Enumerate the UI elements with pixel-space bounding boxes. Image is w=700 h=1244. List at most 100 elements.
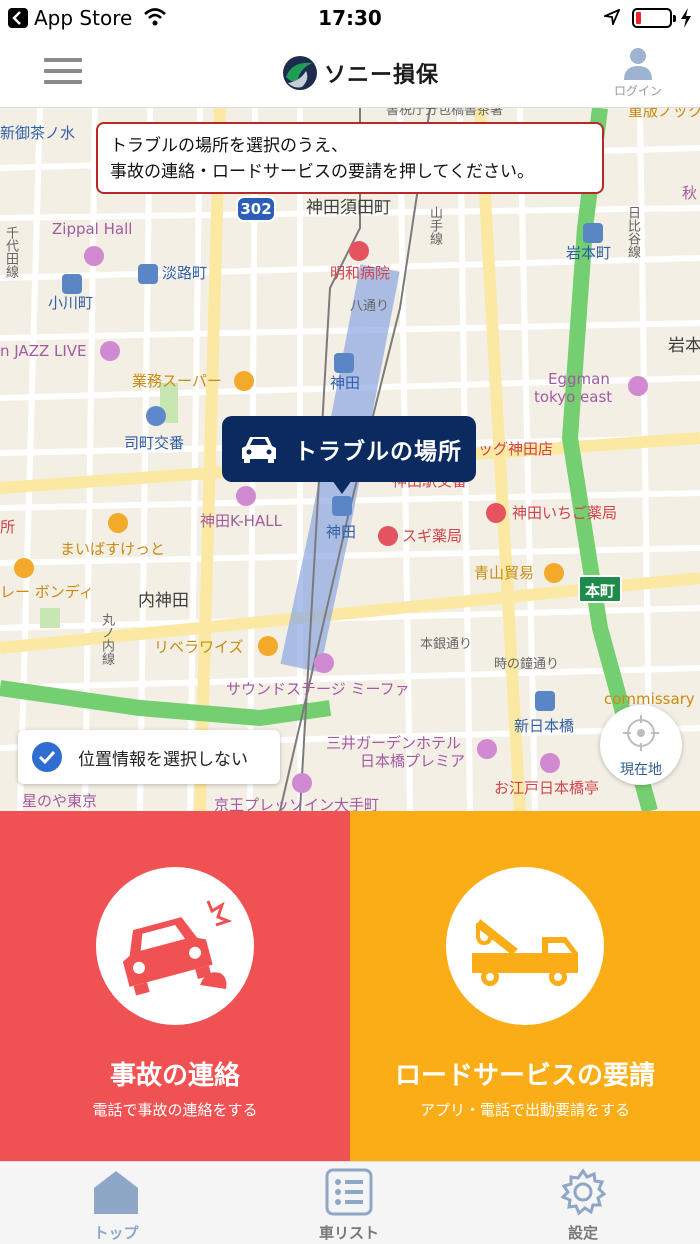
map-label: 京王プレッソイン大手町 [214,796,380,812]
pin-pointer [332,480,352,494]
map-label: 岩本町 [566,244,612,262]
map-label: 千代田線 [3,226,18,278]
accident-subtitle: 電話で事故の連絡をする [92,1101,258,1119]
road-service-subtitle: アプリ・電話で出動要請をする [419,1101,630,1119]
charging-bolt-icon [681,8,691,28]
current-location-label: 現在地 [620,762,662,778]
map-label: 神田K-HALL [200,512,282,530]
notice-line-1: トラブルの場所を選択のうえ、 [110,136,348,156]
location-arrow-icon [604,9,620,25]
accident-report-button[interactable]: 事故の連絡 電話で事故の連絡をする [0,811,350,1161]
map-label: 岩本 [668,336,700,356]
pharmacy-icon [486,503,506,523]
map-label: まいばすけっと [60,540,166,558]
map-label: 日本橋プレミア [360,752,466,770]
map-label: 神田須田町 [306,198,391,218]
map-label: 明和病院 [330,264,391,282]
map-label: 八通り [350,299,390,314]
route-302-badge: 302 [236,196,276,222]
subway-icon [583,223,603,243]
map-label: お江戸日本橋亭 [494,779,600,797]
trouble-location-pin[interactable]: トラブルの場所 [222,416,476,482]
tab-top[interactable]: トップ [56,1168,176,1243]
honmachi-station-badge: 本町 [578,575,622,603]
hotel-icon [477,739,497,759]
map-label: 山手線 [427,206,442,245]
crosshair-icon [623,715,659,751]
map-label: Zippal Hall [52,220,133,238]
map-label: 日比谷線 [625,206,640,258]
status-bar: App Store 17:30 [0,0,700,38]
map-label: リベラワイズ [154,638,244,656]
map-label: n JAZZ LIVE [0,342,87,360]
logo-text: ソニー損保 [324,63,440,88]
tab-settings[interactable]: 設定 [523,1168,643,1243]
menu-icon[interactable] [44,58,82,84]
hospital-icon [349,241,369,261]
gear-icon [560,1168,607,1216]
pin-label: トラブルの場所 [294,439,462,465]
tab-settings-label: 設定 [567,1224,598,1242]
tab-car-list-label: 車リスト [318,1224,379,1242]
login-label: ログイン [613,84,662,98]
map-label: 神田いちご薬局 [512,504,618,522]
map-label: 神田 [326,523,357,541]
hotel-icon [292,773,312,793]
checkmark-icon [32,742,62,772]
instruction-notice: トラブルの場所を選択のうえ、 事故の連絡・ロードサービスの要請を押してください。 [96,122,604,194]
shopping-icon [108,513,128,533]
map-label: 小川町 [48,294,94,312]
logo-mark-icon [283,56,317,90]
map-label: スギ薬局 [402,527,463,545]
app-header: ソニー損保 ログイン [0,38,700,108]
pharmacy-icon [378,526,398,546]
clock: 17:30 [318,6,382,30]
police-icon [146,406,166,426]
map-label: tokyo east [534,388,613,406]
map-label: Eggman [548,370,610,388]
tab-car-list[interactable]: 車リスト [289,1168,409,1243]
shopping-icon [544,563,564,583]
accident-title: 事故の連絡 [109,1061,240,1091]
map-label: 業務スーパー [132,372,222,390]
user-icon [624,48,652,80]
map-label: 時の鐘通り [494,657,560,672]
restaurant-icon [14,558,34,578]
subway-icon [138,264,158,284]
road-service-button[interactable]: ロードサービスの要請 アプリ・電話で出動要請をする [350,811,700,1161]
map-view[interactable]: 新御茶ノ水 書税庁分包橋書茶署 重版ノック 神田須田町 Zippal Hall … [0,108,700,811]
map-label: 星のや東京 [22,792,98,810]
no-location-checkbox[interactable]: 位置情報を選択しない [18,730,280,784]
map-label: 本銀通り [420,637,473,652]
tab-bar: トップ 車リスト 設定 [0,1161,700,1244]
music-venue-icon [540,753,560,773]
notice-line-2: 事故の連絡・ロードサービスの要請を押してください。 [110,162,534,182]
map-label: 秋 [682,184,698,202]
no-location-label: 位置情報を選択しない [78,749,248,770]
car-crash-icon [122,900,233,996]
shopping-icon [234,371,254,391]
music-venue-icon [100,341,120,361]
car-icon [242,437,276,463]
subway-icon [535,691,555,711]
list-icon [325,1168,373,1216]
map-label: 神田 [330,374,361,392]
current-location-button[interactable]: 現在地 [600,705,682,785]
subway-icon [62,274,82,294]
tow-truck-icon [472,919,578,986]
map-label: 三井ガーデンホテル [326,734,462,752]
music-venue-icon [236,486,256,506]
login-button[interactable]: ログイン [606,46,670,99]
shopping-icon [258,636,278,656]
map-label: 書税庁分包橋書茶署 [386,108,504,118]
map-label: サウンドステージ ミーファ [226,680,410,698]
subway-icon [334,353,354,373]
map-label: 内神田 [138,591,189,611]
map-label: 所 [0,518,16,536]
subway-icon [332,496,352,516]
sony-sonpo-logo: ソニー損保 [282,53,439,93]
map-label: ッグ神田店 [478,440,554,458]
road-service-title: ロードサービスの要請 [394,1061,655,1091]
music-venue-icon [628,376,648,396]
map-label: 淡路町 [162,264,208,282]
